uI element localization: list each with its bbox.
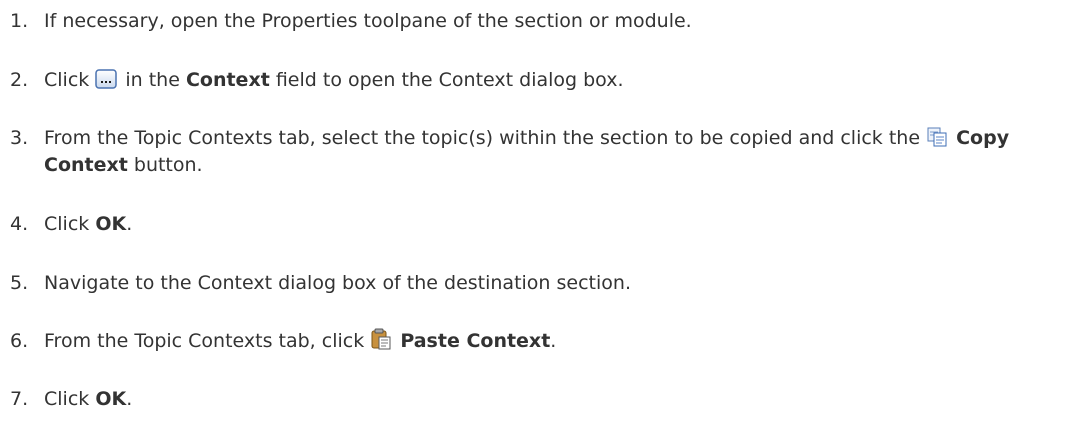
step-text-segment: From the Topic Contexts tab, select the … — [44, 127, 927, 149]
ok-button-label: OK — [95, 213, 127, 235]
step-text-segment: . — [126, 388, 133, 410]
step-text-segment: . — [550, 330, 557, 352]
step-text-segment: Click — [44, 69, 96, 91]
ok-button-label: OK — [95, 388, 127, 410]
step-text: Navigate to the Context dialog box of th… — [44, 270, 1054, 297]
paste-context-label: Paste Context — [400, 330, 551, 352]
step-text-segment: Navigate to the Context dialog box of th… — [44, 272, 631, 294]
step-number: 1. — [10, 10, 29, 32]
step-text-segment: field to open the Context dialog box. — [269, 69, 624, 91]
step-text-segment: in the — [119, 69, 186, 91]
step-text-segment: Click — [44, 213, 96, 235]
step-number: 3. — [10, 127, 29, 149]
step-number: 2. — [10, 69, 29, 91]
step-number: 4. — [10, 213, 29, 235]
step-text: Click OK. — [44, 211, 1054, 238]
step-text-segment: Click — [44, 388, 96, 410]
paste-context-icon[interactable] — [370, 328, 392, 350]
step-text: Click in the Context field to open the C… — [44, 67, 1054, 94]
copy-context-icon[interactable] — [926, 127, 948, 147]
step-text: Click OK. — [44, 386, 1054, 413]
ellipsis-button-icon[interactable] — [95, 69, 118, 89]
step-text: If necessary, open the Properties toolpa… — [44, 8, 1054, 35]
step-number: 7. — [10, 388, 29, 410]
step-text: From the Topic Contexts tab, select the … — [44, 125, 1054, 179]
procedure-document: 1. If necessary, open the Properties too… — [0, 0, 1066, 431]
step-number: 6. — [10, 330, 29, 352]
step-number: 5. — [10, 272, 29, 294]
context-field-label: Context — [185, 69, 270, 91]
step-text-segment: button. — [127, 154, 203, 176]
step-text-segment: From the Topic Contexts tab, click — [44, 330, 371, 352]
step-text-segment: If necessary, open the Properties toolpa… — [44, 10, 692, 32]
step-text-segment: . — [126, 213, 133, 235]
step-text: From the Topic Contexts tab, click Paste… — [44, 328, 1054, 355]
